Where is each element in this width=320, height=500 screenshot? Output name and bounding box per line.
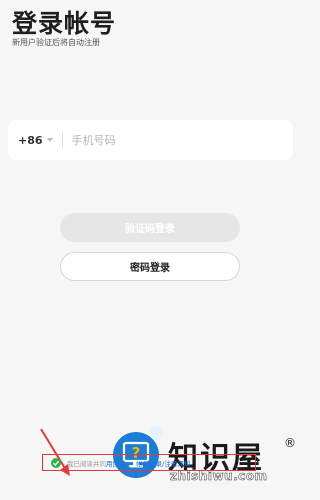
user-agreement-link[interactable]: 用协议 (106, 458, 126, 468)
agreement-separator: 、 (127, 459, 135, 468)
checkmark-icon (53, 460, 60, 466)
account-notice-link[interactable]: 帐号登录/注册须知 (136, 458, 190, 468)
agreement-prefix: 我已阅读并同 (67, 459, 106, 468)
annotation-arrow (40, 428, 70, 476)
check-circle-icon[interactable] (51, 457, 61, 468)
watermark-url: zhishiwu.com (170, 469, 268, 484)
